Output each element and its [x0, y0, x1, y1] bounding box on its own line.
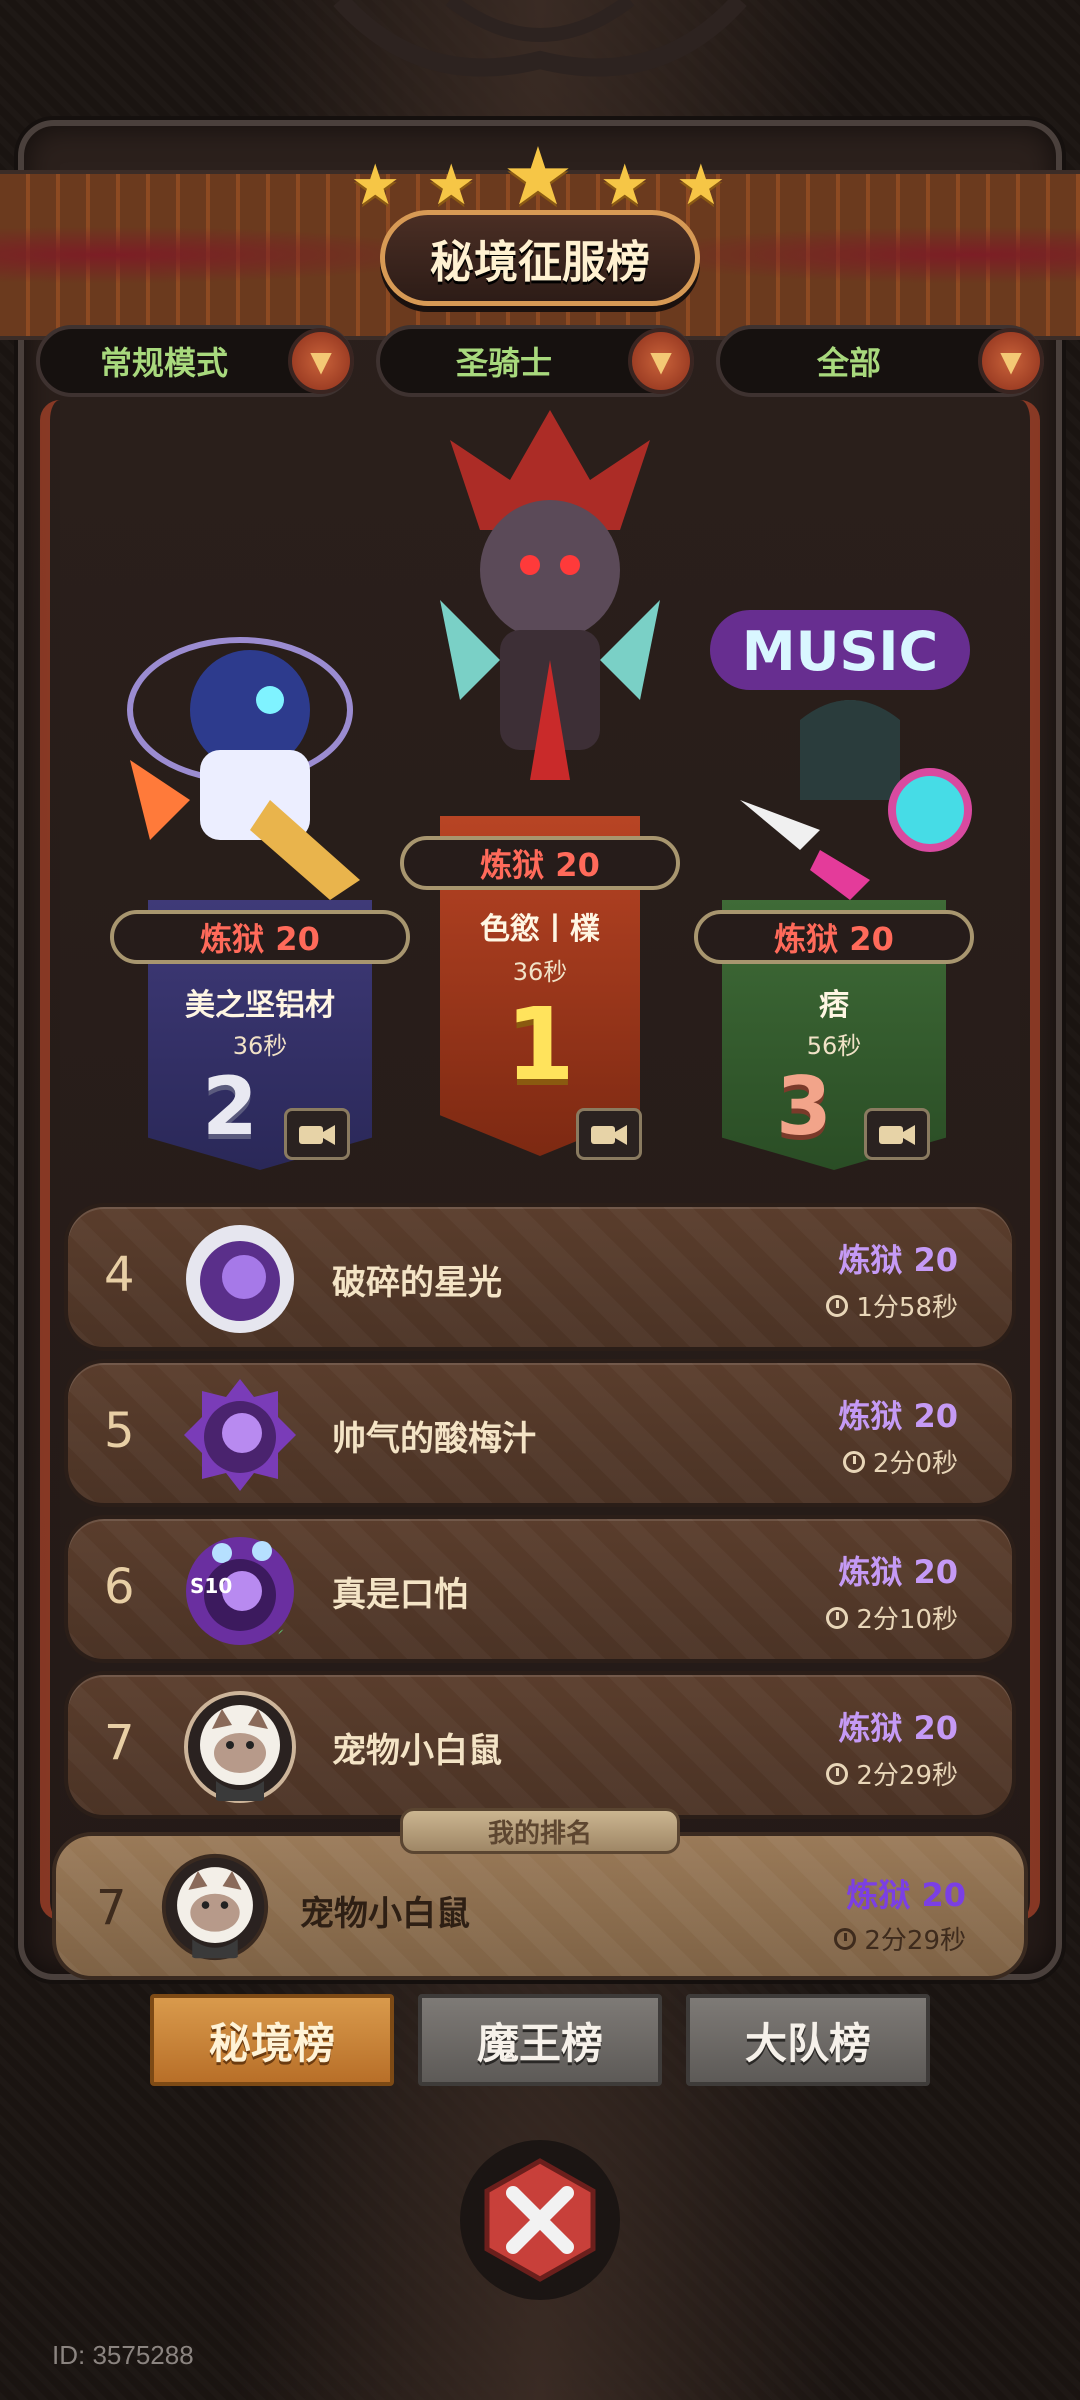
clock-icon: [834, 1927, 857, 1950]
my-player-name: 宠物小白鼠: [300, 1894, 470, 1934]
clock-icon: [826, 1762, 849, 1785]
podium-first-rank: 1: [505, 986, 575, 1103]
tab-team[interactable]: 大队榜: [686, 1994, 930, 2086]
triangle-down-icon[interactable]: ▼: [288, 328, 354, 394]
podium-second-replay-button[interactable]: [284, 1108, 350, 1160]
my-clear-time: 2分29秒: [834, 1920, 966, 1957]
star-icon: ★: [599, 153, 654, 218]
podium-first-name: 色慾丨檏: [480, 912, 600, 947]
purple-eye-orb-icon: [184, 1379, 296, 1491]
filter-mode-dropdown[interactable]: 常规模式 ▼: [36, 325, 354, 397]
clear-time: 2分10秒: [826, 1599, 958, 1636]
player-id: ID: 3575288: [52, 2340, 194, 2370]
star-icon: ★: [350, 153, 405, 218]
star-icon: ★: [675, 153, 730, 218]
rank-number: 5: [104, 1403, 135, 1459]
rank-number: 7: [104, 1715, 135, 1771]
my-rank-number: 7: [96, 1880, 127, 1936]
podium-third-time: 56秒: [806, 1032, 862, 1060]
star-icon: ★: [426, 153, 481, 218]
page-title: 秘境征服榜: [430, 237, 650, 288]
clear-time-value: 2分0秒: [872, 1449, 958, 1479]
season-badge: S10: [190, 1574, 232, 1598]
podium-third[interactable]: 炼狱 20 痞 56秒 3: [694, 780, 974, 1170]
filter-mode-label: 常规模式: [99, 344, 228, 382]
astronaut-orb-icon: [186, 1225, 294, 1333]
podium-second-name: 美之坚铝材: [185, 988, 335, 1023]
filter-bar: 常规模式 ▼ 圣骑士 ▼ 全部 ▼: [36, 325, 1044, 397]
clear-time: 1分58秒: [826, 1287, 958, 1324]
podium-third-difficulty: 炼狱 20: [694, 910, 974, 964]
ornament-top: [333, 0, 747, 77]
podium-third-name: 痞: [819, 988, 849, 1023]
my-difficulty-label: 炼狱 20: [846, 1876, 966, 1914]
filter-class-label: 圣骑士: [455, 344, 552, 382]
triangle-down-icon[interactable]: ▼: [978, 328, 1044, 394]
podium-second-time: 36秒: [232, 1032, 288, 1060]
podium-second[interactable]: 炼狱 20 美之坚铝材 36秒 2: [110, 780, 410, 1170]
my-rank-row[interactable]: 7 宠物小白鼠 炼狱 20 2分29秒: [52, 1832, 1028, 1980]
difficulty-label: 炼狱 20: [838, 1397, 958, 1435]
podium-second-difficulty: 炼狱 20: [110, 910, 410, 964]
leaderboard-tabs: 秘境榜 魔王榜 大队榜: [150, 1994, 930, 2090]
close-icon: [484, 2158, 596, 2282]
ranking-row[interactable]: 5 帅气的酸梅汁 炼狱 20 2分0秒: [64, 1359, 1016, 1507]
podium-first-replay-button[interactable]: [576, 1108, 642, 1160]
clock-icon: [826, 1294, 849, 1317]
podium-first[interactable]: 炼狱 20 色慾丨檏 36秒 1: [400, 756, 680, 1160]
triangle-down-icon[interactable]: ▼: [628, 328, 694, 394]
difficulty-label: 炼狱 20: [838, 1709, 958, 1747]
player-name: 真是口怕: [332, 1575, 468, 1615]
filter-class-dropdown[interactable]: 圣骑士 ▼: [376, 325, 694, 397]
ranking-row[interactable]: 6 S10 真是口怕 炼狱 20 2分10秒: [64, 1515, 1016, 1663]
rank-number: 6: [104, 1559, 135, 1615]
clear-time-value: 1分58秒: [856, 1293, 958, 1323]
music-badge-text: MUSIC: [742, 620, 938, 683]
rank-number: 4: [104, 1247, 135, 1303]
title-plate: 秘境征服榜: [380, 210, 700, 306]
podium-third-replay-button[interactable]: [864, 1108, 930, 1160]
clock-icon: [842, 1450, 865, 1473]
video-camera-icon: [591, 1125, 627, 1145]
rat-portrait-icon: [161, 1853, 269, 1961]
player-name: 破碎的星光: [332, 1263, 502, 1303]
tab-demon-king[interactable]: 魔王榜: [418, 1994, 662, 2086]
clock-icon: [826, 1606, 849, 1629]
video-camera-icon: [879, 1125, 915, 1145]
tab-secret-realm[interactable]: 秘境榜: [150, 1994, 394, 2086]
video-camera-icon: [299, 1125, 335, 1145]
podium-first-difficulty: 炼狱 20: [400, 836, 680, 890]
difficulty-label: 炼狱 20: [838, 1553, 958, 1591]
clear-time-value: 2分10秒: [856, 1605, 958, 1635]
filter-scope-dropdown[interactable]: 全部 ▼: [716, 325, 1044, 397]
close-button[interactable]: [460, 2140, 620, 2300]
tentacle-orb-icon: S10: [186, 1537, 294, 1645]
clear-time-value: 2分29秒: [856, 1761, 958, 1791]
ranking-row[interactable]: 7 宠物小白鼠 炼狱 20 2分29秒: [64, 1671, 1016, 1819]
clear-time: 2分0秒: [842, 1443, 958, 1480]
ranking-row[interactable]: 4 破碎的星光 炼狱 20 1分58秒: [64, 1203, 1016, 1351]
player-name: 帅气的酸梅汁: [332, 1419, 536, 1459]
podium-first-time: 36秒: [512, 958, 568, 986]
my-rank-tag: 我的排名: [400, 1808, 680, 1854]
clear-time: 2分29秒: [826, 1755, 958, 1792]
filter-scope-label: 全部: [816, 344, 881, 382]
difficulty-label: 炼狱 20: [838, 1241, 958, 1279]
rat-portrait-icon: [184, 1691, 296, 1803]
player-name: 宠物小白鼠: [332, 1731, 502, 1771]
my-clear-time-value: 2分29秒: [864, 1926, 966, 1956]
